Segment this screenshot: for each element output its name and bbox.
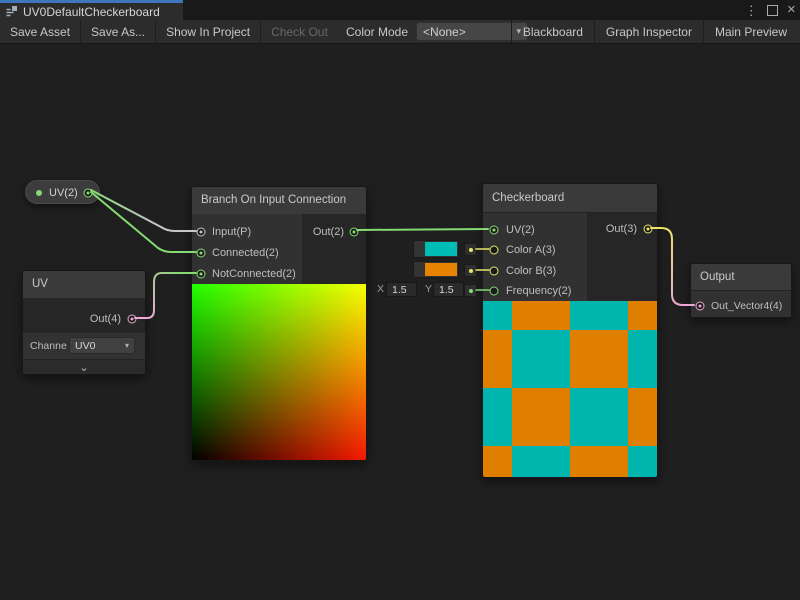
node-checkerboard[interactable]: Checkerboard UV(2) Color A(3) Color B(3)… <box>482 183 658 478</box>
color-b-connector <box>464 264 477 277</box>
port-label-out4: Out(4) <box>90 313 121 325</box>
channel-label: Channe <box>30 340 67 352</box>
node-title: Output <box>691 264 791 291</box>
port-frequency[interactable] <box>490 287 499 296</box>
port-connected[interactable] <box>197 249 206 258</box>
menu-icon[interactable]: ⋮ <box>745 4 758 17</box>
edge-uv2-to-inputp[interactable] <box>91 190 196 231</box>
show-in-project-button[interactable]: Show In Project <box>156 20 261 43</box>
node-title: Branch On Input Connection <box>192 187 366 215</box>
port-label-color-b: Color B(3) <box>506 265 556 277</box>
port-label-uv: UV(2) <box>506 224 535 236</box>
node-uv[interactable]: UV Out(4) Channe UV0 ▾ ⌄ <box>22 270 146 375</box>
frequency-connector <box>464 284 477 297</box>
port-color-b[interactable] <box>490 267 499 276</box>
port-notconnected[interactable] <box>197 270 206 279</box>
port-out-vector4[interactable] <box>696 302 705 311</box>
freq-x-label: X <box>377 283 384 295</box>
main-preview-toggle-button[interactable]: Main Preview <box>703 20 798 43</box>
uv-out-row: Out(4) <box>23 298 145 333</box>
graph-inspector-toggle-button[interactable]: Graph Inspector <box>594 20 703 43</box>
node-uv2-pill[interactable]: UV(2) <box>25 180 100 204</box>
port-color-a[interactable] <box>490 246 499 255</box>
port-out3[interactable] <box>644 225 653 234</box>
edge-uv2-to-connected[interactable] <box>91 192 196 252</box>
toolbar-left-group: Save Asset Save As... Show In Project Ch… <box>0 20 338 43</box>
collapse-row[interactable]: ⌄ <box>23 359 145 374</box>
color-a-field[interactable] <box>413 240 459 258</box>
port-label-color-a: Color A(3) <box>506 244 556 256</box>
port-label-connected: Connected(2) <box>212 247 279 259</box>
freq-y-input[interactable]: 1.5 <box>433 282 464 297</box>
blackboard-toggle-button[interactable]: Blackboard <box>511 20 594 43</box>
tab-strip: UV0DefaultCheckerboard ⋮ ✕ <box>0 0 800 20</box>
collapse-chevron-icon: ⌄ <box>79 361 88 374</box>
edge-out2-to-checkerboard-uv[interactable] <box>357 229 488 230</box>
color-b-field[interactable] <box>413 261 459 278</box>
port-label-out3: Out(3) <box>606 223 637 235</box>
channel-dropdown[interactable]: UV0 ▾ <box>69 337 135 354</box>
freq-y-label: Y <box>425 283 432 295</box>
node-output[interactable]: Output Out_Vector4(4) <box>690 263 792 318</box>
property-dot <box>36 190 42 196</box>
port-uv[interactable] <box>490 226 499 235</box>
port-uv2-out[interactable] <box>84 189 93 198</box>
chevron-down-icon: ▾ <box>125 341 129 350</box>
node-title: Checkerboard <box>483 184 657 213</box>
uv-channel-row: Channe UV0 ▾ <box>23 333 145 359</box>
save-asset-button[interactable]: Save Asset <box>0 20 81 43</box>
port-input-p[interactable] <box>197 228 206 237</box>
pill-label: UV(2) <box>49 187 78 199</box>
port-out2[interactable] <box>350 228 359 237</box>
freq-x-input[interactable]: 1.5 <box>386 282 417 297</box>
color-a-swatch[interactable] <box>425 242 457 256</box>
color-mode-group: Color Mode <None> ▾ <box>346 20 528 43</box>
tab-uv0defaultcheckerboard[interactable]: UV0DefaultCheckerboard <box>0 0 183 20</box>
output-ports-panel <box>302 214 366 286</box>
color-b-swatch[interactable] <box>425 263 457 276</box>
port-label-out2: Out(2) <box>313 226 344 238</box>
toolbar-right-group: Blackboard Graph Inspector Main Preview <box>511 20 798 43</box>
tab-title: UV0DefaultCheckerboard <box>23 5 160 19</box>
port-out4[interactable] <box>128 315 137 324</box>
port-label-notconnected: NotConnected(2) <box>212 268 296 280</box>
color-a-connector <box>464 243 477 256</box>
save-as-button[interactable]: Save As... <box>81 20 156 43</box>
channel-value: UV0 <box>75 340 95 352</box>
port-label-out-vector4: Out_Vector4(4) <box>711 300 782 312</box>
color-mode-value: <None> <box>423 25 466 39</box>
port-label-frequency: Frequency(2) <box>506 285 571 297</box>
maximize-icon[interactable] <box>767 5 778 16</box>
node-branch-on-input-connection[interactable]: Branch On Input Connection Input(P) Conn… <box>191 186 367 461</box>
node-title: UV <box>23 271 145 299</box>
toolbar: Save Asset Save As... Show In Project Ch… <box>0 20 800 44</box>
checkerboard-preview <box>483 301 657 477</box>
port-label-input-p: Input(P) <box>212 226 251 238</box>
shader-graph-asset-icon <box>5 5 18 18</box>
shader-graph-window: UV0DefaultCheckerboard ⋮ ✕ Save Asset Sa… <box>0 0 800 600</box>
close-icon[interactable]: ✕ <box>787 5 796 16</box>
window-controls: ⋮ ✕ <box>745 0 796 20</box>
color-mode-label: Color Mode <box>346 25 408 39</box>
uv-gradient-preview <box>192 284 366 460</box>
check-out-button: Check Out <box>261 20 338 43</box>
